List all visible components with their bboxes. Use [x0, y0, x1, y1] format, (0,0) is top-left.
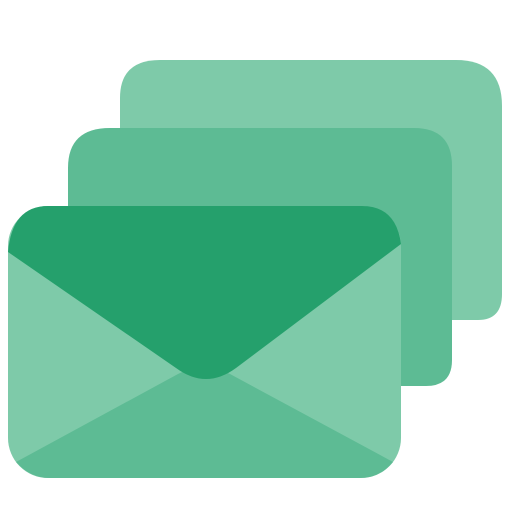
icon-canvas	[0, 0, 512, 512]
envelopes-stack-icon	[8, 60, 502, 478]
